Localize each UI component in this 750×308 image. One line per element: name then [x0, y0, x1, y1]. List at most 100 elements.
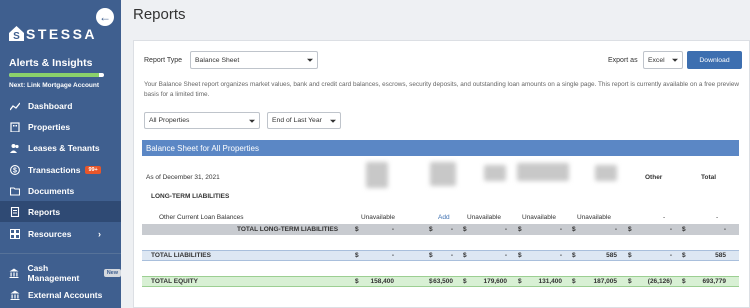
sidebar-item-documents[interactable]: Documents [0, 180, 121, 201]
currency-symbol: $ [355, 226, 359, 233]
sidebar-item-label: Dashboard [28, 100, 73, 111]
total-value: (26,126) [647, 278, 672, 285]
sidebar-item-label: Documents [28, 185, 75, 196]
report-type-label: Report Type [144, 57, 183, 64]
currency-symbol: $ [518, 252, 522, 259]
period-filter-value: End of Last Year [272, 117, 322, 124]
add-loan-link[interactable]: Add [438, 214, 450, 221]
currency-symbol: $ [463, 226, 467, 233]
blurred-property-header [430, 162, 456, 186]
sidebar-item-label: Reports [28, 206, 61, 217]
currency-symbol: $ [429, 252, 433, 259]
export-format-select[interactable]: Excel [643, 51, 683, 69]
sidebar-item-cash-management[interactable]: Cash Management New [0, 262, 121, 283]
currency-symbol: $ [628, 226, 632, 233]
loan-value: - [716, 214, 719, 221]
report-panel: Report Type Balance Sheet Export as Exce… [133, 40, 750, 308]
currency-symbol: $ [572, 226, 576, 233]
currency-symbol: $ [628, 252, 632, 259]
total-value: - [669, 226, 672, 233]
sidebar-item-properties[interactable]: Properties [0, 116, 121, 137]
total-value: - [559, 226, 562, 233]
currency-symbol: $ [572, 278, 576, 285]
sidebar-item-transactions[interactable]: $ Transactions 99+ [0, 159, 121, 180]
total-long-term-liabilities-label: TOTAL LONG-TERM LIABILITIES [237, 226, 339, 233]
caret-down-icon [249, 119, 255, 123]
page-title: Reports [133, 6, 186, 23]
total-value: 187,005 [593, 278, 618, 285]
total-value: 179,600 [483, 278, 508, 285]
properties-filter-select[interactable]: All Properties [144, 112, 260, 129]
as-of-date: As of December 31, 2021 [146, 174, 220, 181]
currency-symbol: $ [429, 278, 433, 285]
loan-value: Unavailable [361, 214, 395, 221]
sidebar-item-resources[interactable]: Resources › [0, 223, 121, 244]
total-liabilities-label: TOTAL LIABILITIES [151, 252, 211, 259]
total-value: - [391, 252, 394, 259]
period-filter-select[interactable]: End of Last Year [267, 112, 341, 129]
sidebar-item-label: External Accounts [28, 289, 103, 300]
people-icon [9, 142, 20, 153]
loan-value: Unavailable [577, 214, 611, 221]
currency-symbol: $ [355, 252, 359, 259]
loan-value: Unavailable [522, 214, 556, 221]
total-value: 693,779 [702, 278, 727, 285]
sidebar-divider [0, 253, 121, 254]
house-logo-icon: S [8, 25, 25, 42]
column-header-other: Other [645, 174, 663, 181]
properties-filter-value: All Properties [149, 117, 190, 124]
column-header-total: Total [701, 174, 717, 181]
total-value: 158,400 [370, 278, 395, 285]
caret-down-icon [672, 58, 678, 62]
blurred-property-header [484, 165, 506, 181]
currency-symbol: $ [355, 278, 359, 285]
blurred-property-header [517, 163, 569, 181]
sidebar-item-label: Leases & Tenants [28, 142, 100, 153]
currency-symbol: $ [463, 278, 467, 285]
loan-row-label: Other Current Loan Balances [159, 214, 244, 221]
logo[interactable]: S STESSA [8, 25, 97, 42]
report-description: Your Balance Sheet report organizes mark… [144, 81, 740, 98]
sidebar-item-external-accounts[interactable]: External Accounts [0, 284, 121, 305]
section-title: LONG-TERM LIABILITIES [151, 193, 230, 200]
total-value: 63,500 [433, 278, 453, 285]
total-value: - [391, 226, 394, 233]
sidebar-item-leases-tenants[interactable]: Leases & Tenants [0, 137, 121, 158]
sidebar-item-dashboard[interactable]: Dashboard [0, 95, 121, 116]
next-step-text[interactable]: Next: Link Mortgage Account [9, 82, 99, 89]
svg-text:S: S [13, 31, 20, 42]
total-value: - [450, 252, 453, 259]
caret-down-icon [307, 58, 313, 62]
alerts-title[interactable]: Alerts & Insights [9, 57, 92, 69]
caret-down-icon [330, 119, 336, 123]
sidebar-item-reports[interactable]: Reports [0, 201, 121, 222]
sidebar-item-label: Resources [28, 228, 72, 239]
currency-symbol: $ [518, 278, 522, 285]
table-row [142, 250, 739, 261]
download-button[interactable]: Download [687, 51, 742, 69]
report-type-select[interactable]: Balance Sheet [190, 51, 318, 69]
currency-symbol: $ [518, 226, 522, 233]
blurred-property-header [366, 162, 388, 188]
currency-symbol: $ [429, 226, 433, 233]
loan-value: - [663, 214, 666, 221]
loan-value: Unavailable [467, 214, 501, 221]
balance-sheet-header: Balance Sheet for All Properties [142, 140, 739, 156]
currency-symbol: $ [572, 252, 576, 259]
new-badge: New [103, 268, 121, 277]
total-value: - [614, 226, 617, 233]
currency-symbol: $ [682, 226, 686, 233]
dollar-icon: $ [9, 164, 20, 175]
building-icon [9, 121, 20, 132]
currency-symbol: $ [682, 278, 686, 285]
progress-fill [9, 73, 100, 77]
total-value: 585 [715, 252, 726, 259]
sidebar-item-label: Cash Management [27, 262, 80, 283]
currency-symbol: $ [463, 252, 467, 259]
sidebar: ← S STESSA Alerts & Insights Next: Link … [0, 0, 121, 308]
total-value: - [669, 252, 672, 259]
total-value: - [504, 252, 507, 259]
table-row [142, 224, 739, 235]
logo-text: STESSA [26, 25, 98, 42]
back-arrow-icon[interactable]: ← [96, 8, 114, 26]
